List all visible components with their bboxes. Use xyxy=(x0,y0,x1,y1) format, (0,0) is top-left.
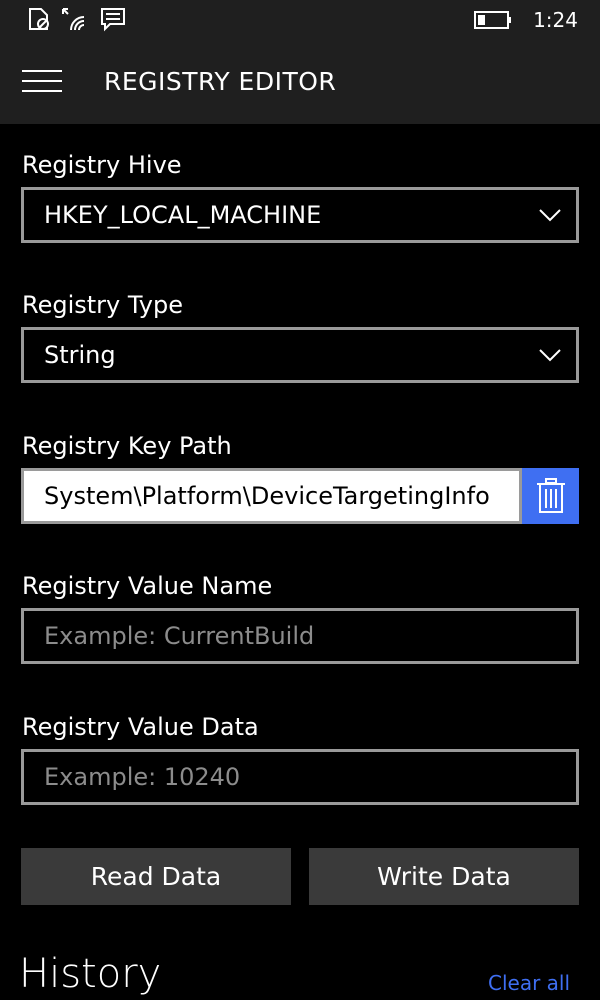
read-data-button[interactable]: Read Data xyxy=(21,848,291,905)
registry-value-data-input[interactable]: Example: 10240 xyxy=(21,749,579,805)
wifi-icon xyxy=(62,8,85,31)
status-bar: 1:24 xyxy=(0,0,600,40)
registry-hive-value: HKEY_LOCAL_MACHINE xyxy=(44,201,322,229)
registry-value-data-placeholder: Example: 10240 xyxy=(44,763,241,791)
registry-type-select[interactable]: String xyxy=(21,327,579,383)
message-icon xyxy=(101,8,125,32)
battery-icon xyxy=(474,11,511,29)
registry-value-name-label: Registry Value Name xyxy=(22,572,273,600)
app-bar: REGISTRY EDITOR xyxy=(0,40,600,124)
registry-type-label: Registry Type xyxy=(22,291,184,319)
registry-hive-select[interactable]: HKEY_LOCAL_MACHINE xyxy=(21,187,579,243)
registry-key-path-value: System\Platform\DeviceTargetingInfo xyxy=(44,482,490,510)
status-time: 1:24 xyxy=(533,8,578,32)
history-title: History xyxy=(19,951,162,997)
registry-hive-label: Registry Hive xyxy=(22,151,182,179)
registry-value-data-label: Registry Value Data xyxy=(22,713,259,741)
trash-icon xyxy=(537,478,565,513)
registry-key-path-input[interactable]: System\Platform\DeviceTargetingInfo xyxy=(21,468,522,524)
clear-key-path-button[interactable] xyxy=(522,468,579,524)
clear-history-link[interactable]: Clear all xyxy=(488,970,570,996)
registry-value-name-placeholder: Example: CurrentBuild xyxy=(44,622,315,650)
sim-no-signal-icon xyxy=(29,8,49,30)
registry-type-value: String xyxy=(44,341,116,369)
hamburger-menu-icon[interactable] xyxy=(22,70,62,96)
write-data-button[interactable]: Write Data xyxy=(309,848,579,905)
page-title: REGISTRY EDITOR xyxy=(104,67,337,96)
registry-value-name-input[interactable]: Example: CurrentBuild xyxy=(21,608,579,664)
registry-key-path-label: Registry Key Path xyxy=(22,432,232,460)
chevron-down-icon xyxy=(539,209,561,222)
chevron-down-icon xyxy=(539,349,561,362)
